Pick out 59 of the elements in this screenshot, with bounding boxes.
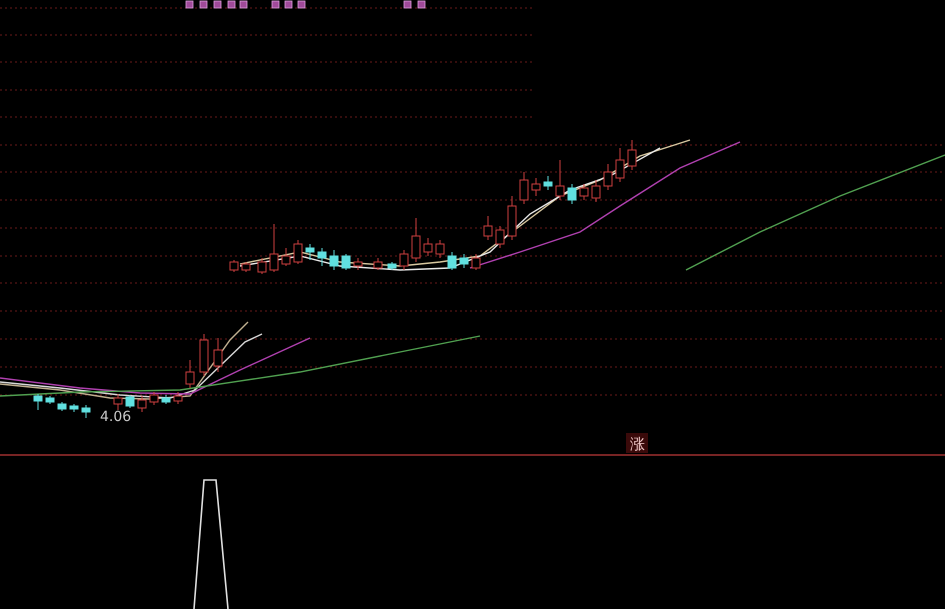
candlestick [242, 262, 250, 272]
signal-marker-icon [200, 0, 208, 8]
candlestick [230, 260, 238, 272]
candlestick [532, 178, 540, 196]
candlestick [186, 360, 194, 388]
signal-marker-icon [284, 0, 292, 8]
signal-marker-icon [214, 0, 222, 8]
candlestick [34, 394, 42, 410]
candlestick [592, 180, 600, 202]
candlestick [70, 404, 78, 412]
candlestick [174, 392, 182, 404]
candlestick [544, 176, 552, 190]
signal-marker-icon [404, 0, 412, 8]
signal-marker-icon [228, 0, 236, 8]
candlestick [412, 218, 420, 262]
signal-label-tag: 涨 [626, 433, 648, 453]
price-label: 4.06 [100, 409, 132, 425]
candlestick [162, 394, 170, 404]
candlestick [318, 248, 326, 266]
candlestick [460, 254, 468, 268]
candlestick [628, 140, 636, 170]
candlestick [114, 394, 122, 410]
candlestick [294, 240, 302, 264]
candlestick [436, 240, 444, 258]
candlestick [126, 394, 134, 408]
candlestick [138, 396, 146, 412]
candlestick [568, 184, 576, 204]
candlestick [496, 226, 504, 248]
candlestick [448, 252, 456, 270]
candlestick [46, 396, 54, 404]
candlestick [508, 196, 516, 240]
candlestick [388, 262, 396, 270]
candlestick [484, 216, 492, 240]
candlestick [400, 250, 408, 270]
signal-marker-icon [418, 0, 426, 8]
candlestick [556, 160, 564, 200]
candlestick [616, 148, 624, 182]
candlestick [306, 244, 314, 260]
candlestick [374, 258, 382, 270]
candlestick [200, 334, 208, 376]
candlestick [258, 258, 266, 274]
candlestick [330, 250, 338, 270]
candlestick [214, 338, 222, 372]
signal-marker-icon [272, 0, 280, 8]
candlestick [82, 404, 90, 418]
candlestick [354, 258, 362, 270]
candlestick [580, 184, 588, 200]
candlestick [58, 402, 66, 412]
signal-marker-icon [240, 0, 248, 8]
candlestick [520, 172, 528, 204]
candlestick [472, 254, 480, 270]
candlestick [424, 238, 432, 256]
candlestick [342, 254, 350, 270]
candlestick [150, 392, 158, 406]
signal-marker-icon [186, 0, 194, 8]
candlestick [604, 164, 612, 190]
candlestick [270, 224, 278, 272]
candlestick [282, 248, 290, 266]
signal-marker-icon [298, 0, 306, 8]
